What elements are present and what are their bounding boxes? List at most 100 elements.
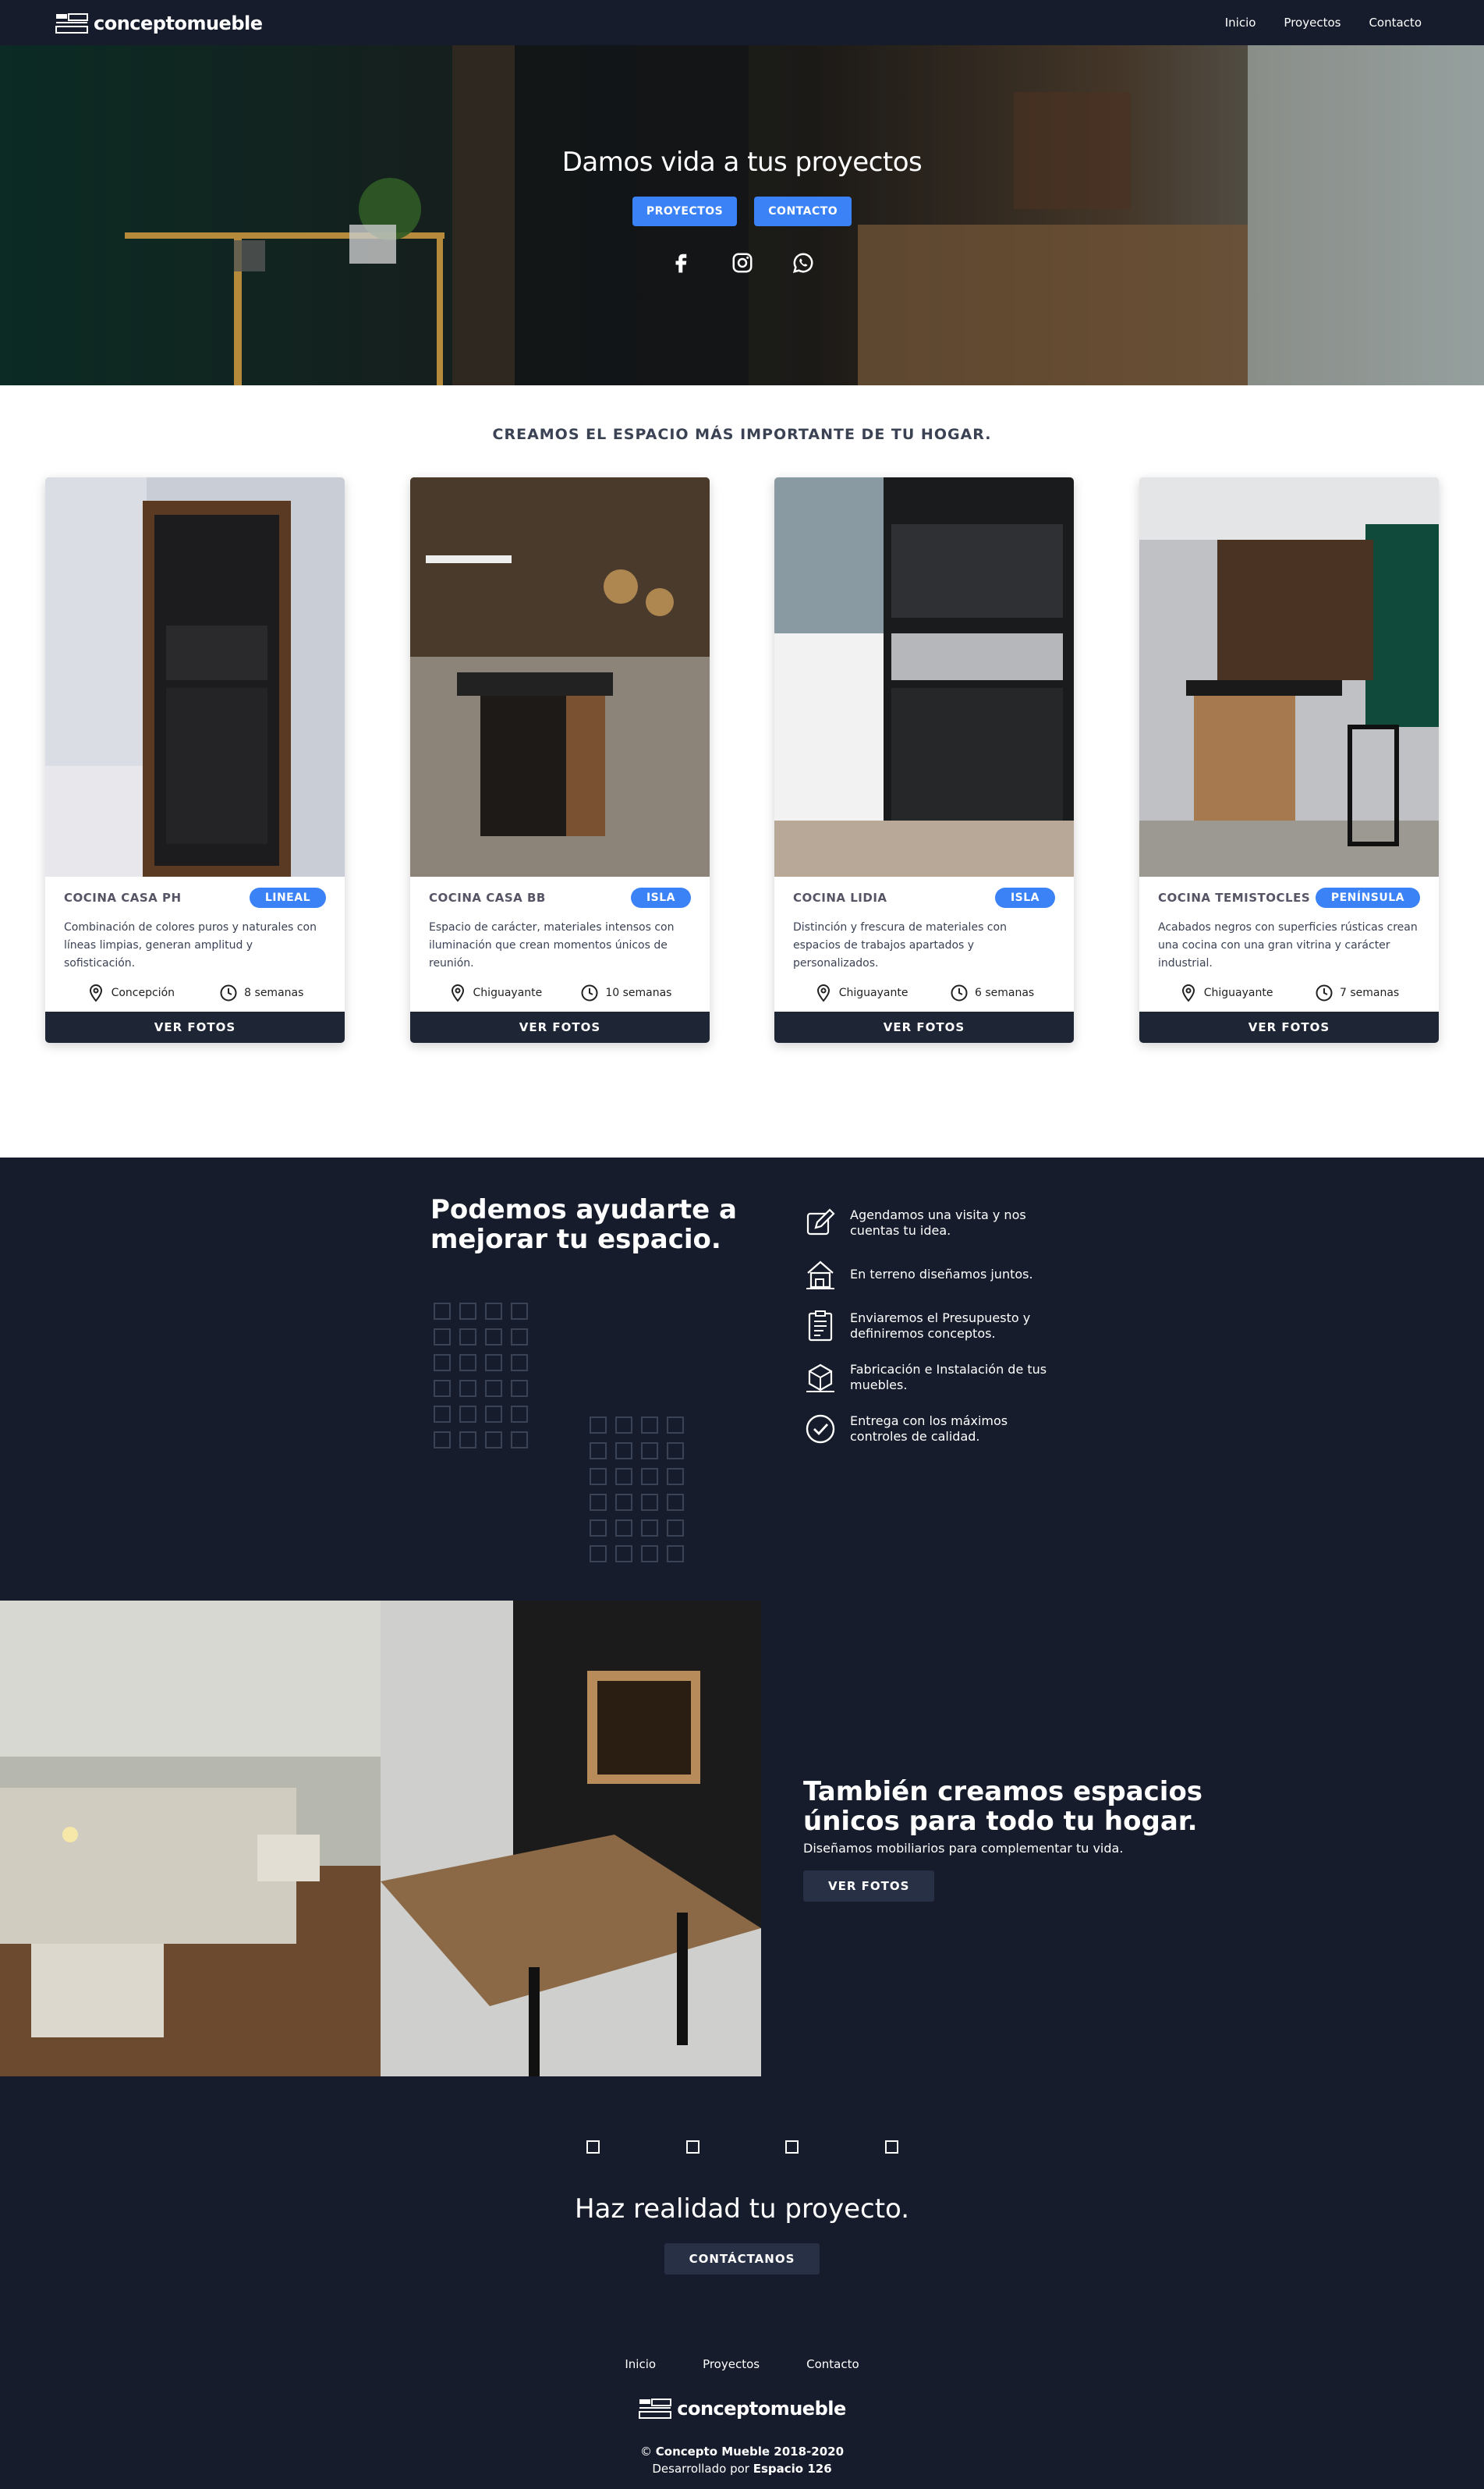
kitchen-photo (410, 477, 710, 877)
card-header: COCINA LIDIA ISLA (793, 888, 1055, 908)
projects-button[interactable]: PROYECTOS (632, 197, 738, 226)
cta-section: Haz realidad tu proyecto. CONTÁCTANOS In… (0, 2076, 1484, 2489)
hero-banner: Damos vida a tus proyectos PROYECTOS CON… (0, 45, 1484, 385)
step-text: En terreno diseñamos juntos. (850, 1267, 1033, 1282)
view-photos-button[interactable]: VER FOTOS (45, 1012, 345, 1043)
nav-link-proyectos[interactable]: Proyectos (1284, 16, 1341, 30)
check-circle-icon (806, 1414, 835, 1444)
table-photo[interactable] (381, 1601, 761, 2076)
location: Chiguayante (1179, 984, 1273, 1002)
copyright-brand: Concepto Mueble 2018-2020 (655, 2445, 845, 2459)
card-title: COCINA TEMISTOCLES (1158, 891, 1311, 905)
step-text: Agendamos una visita y nos cuentas tu id… (850, 1207, 1026, 1238)
card-badge: PENÍNSULA (1315, 888, 1420, 908)
card-header: COCINA CASA PH LINEAL (64, 888, 326, 908)
duration: 6 semanas (950, 984, 1034, 1002)
projects-section: CREAMOS EL ESPACIO MÁS IMPORTANTE DE TU … (0, 385, 1484, 1158)
card-title: COCINA CASA BB (429, 891, 546, 905)
spaces-subtitle: Diseñamos mobiliarios para complementar … (803, 1841, 1124, 1856)
process-step: Entrega con los máximos controles de cal… (803, 1412, 1061, 1446)
clock-icon (581, 984, 598, 1002)
location: Chiguayante (814, 984, 908, 1002)
project-image[interactable] (774, 477, 1074, 877)
kitchen-photo (774, 477, 1074, 877)
project-card: COCINA TEMISTOCLES PENÍNSULA Acabados ne… (1139, 477, 1439, 1043)
process-title: Podemos ayudarte a mejorar tu espacio. (430, 1195, 737, 1254)
view-photos-button[interactable]: VER FOTOS (1139, 1012, 1439, 1043)
location: Chiguayante (448, 984, 542, 1002)
kitchen-photo (1139, 477, 1439, 877)
card-title: COCINA CASA PH (64, 891, 182, 905)
card-description: Combinación de colores puros y naturales… (64, 921, 317, 970)
view-photos-button[interactable]: VER FOTOS (774, 1012, 1074, 1043)
clipboard-budget-icon (808, 1310, 833, 1342)
decorative-grid (590, 1416, 684, 1562)
clock-icon (220, 984, 237, 1002)
developer-prefix: Desarrollado por (652, 2462, 753, 2476)
project-card: COCINA LIDIA ISLA Distinción y frescura … (774, 477, 1074, 1043)
spaces-title-line1: También creamos espacios (803, 1776, 1203, 1807)
project-card: COCINA CASA BB ISLA Espacio de carácter,… (410, 477, 710, 1043)
card-badge: ISLA (630, 888, 691, 908)
whatsapp-icon[interactable] (792, 251, 815, 275)
project-image[interactable] (45, 477, 345, 877)
copyright-prefix: © (639, 2445, 656, 2459)
contact-button[interactable]: CONTACTO (754, 197, 852, 226)
footer-link-proyectos[interactable]: Proyectos (703, 2357, 760, 2371)
location: Concepción (87, 984, 175, 1002)
location-text: Concepción (111, 987, 175, 999)
house-design-icon (806, 1260, 834, 1289)
furniture-install-icon (806, 1363, 834, 1392)
step-text: Entrega con los máximos controles de cal… (850, 1413, 1008, 1444)
process-title-line2: mejorar tu espacio. (430, 1224, 721, 1255)
footer-link-inicio[interactable]: Inicio (625, 2357, 656, 2371)
card-description: Acabados negros con superficies rústicas… (1158, 921, 1418, 970)
project-card: COCINA CASA PH LINEAL Combinación de col… (45, 477, 345, 1043)
duration: 10 semanas (580, 984, 671, 1002)
nav-link-inicio[interactable]: Inicio (1225, 16, 1256, 30)
location-pin-icon (89, 984, 102, 1002)
top-navbar: conceptomueble Inicio Proyectos Contacto (0, 0, 1484, 45)
logo[interactable]: conceptomueble (55, 11, 263, 34)
developer-link[interactable]: Espacio 126 (753, 2462, 832, 2476)
card-header: COCINA CASA BB ISLA (429, 888, 691, 908)
view-photos-button[interactable]: VER FOTOS (410, 1012, 710, 1043)
card-description: Espacio de carácter, materiales intensos… (429, 921, 675, 970)
card-body: COCINA LIDIA ISLA Distinción y frescura … (774, 877, 1074, 1012)
footer-links: Inicio Proyectos Contacto (0, 2357, 1484, 2371)
card-meta: Concepción 8 semanas (64, 984, 326, 1002)
footer-link-contacto[interactable]: Contacto (806, 2357, 859, 2371)
view-photos-button[interactable]: VER FOTOS (803, 1870, 935, 1902)
project-image[interactable] (1139, 477, 1439, 877)
step-text: Fabricación e Instalación de tus muebles… (850, 1362, 1047, 1392)
process-step: Agendamos una visita y nos cuentas tu id… (803, 1206, 1061, 1240)
contact-us-button[interactable]: CONTÁCTANOS (664, 2243, 820, 2274)
section-tagline: CREAMOS EL ESPACIO MÁS IMPORTANTE DE TU … (492, 426, 992, 443)
bedroom-photo[interactable] (0, 1601, 381, 2076)
social-icons (0, 251, 1484, 275)
hero-buttons: PROYECTOS CONTACTO (0, 197, 1484, 226)
location-pin-icon (1181, 984, 1195, 1002)
spaces-title-line2: únicos para todo tu hogar. (803, 1806, 1198, 1837)
card-body: COCINA TEMISTOCLES PENÍNSULA Acabados ne… (1139, 877, 1439, 1012)
footer-logo[interactable]: conceptomueble (0, 2396, 1484, 2420)
card-badge: ISLA (994, 888, 1055, 908)
clock-icon (1316, 984, 1333, 1002)
duration-text: 8 semanas (244, 987, 304, 999)
process-step: En terreno diseñamos juntos. (803, 1257, 1061, 1292)
card-meta: Chiguayante 6 semanas (793, 984, 1055, 1002)
duration-text: 7 semanas (1339, 987, 1400, 999)
card-description: Distinción y frescura de materiales con … (793, 921, 1007, 970)
card-meta: Chiguayante 7 semanas (1158, 984, 1420, 1002)
location-text: Chiguayante (838, 987, 908, 999)
logo-icon (639, 2399, 672, 2419)
card-header: COCINA TEMISTOCLES PENÍNSULA (1158, 888, 1420, 908)
location-text: Chiguayante (1203, 987, 1273, 999)
cta-title: Haz realidad tu proyecto. (574, 2193, 910, 2225)
card-body: COCINA CASA PH LINEAL Combinación de col… (45, 877, 345, 1012)
project-image[interactable] (410, 477, 710, 877)
facebook-icon[interactable] (670, 251, 693, 275)
duration: 7 semanas (1315, 984, 1399, 1002)
instagram-icon[interactable] (731, 251, 754, 275)
nav-link-contacto[interactable]: Contacto (1369, 16, 1422, 30)
